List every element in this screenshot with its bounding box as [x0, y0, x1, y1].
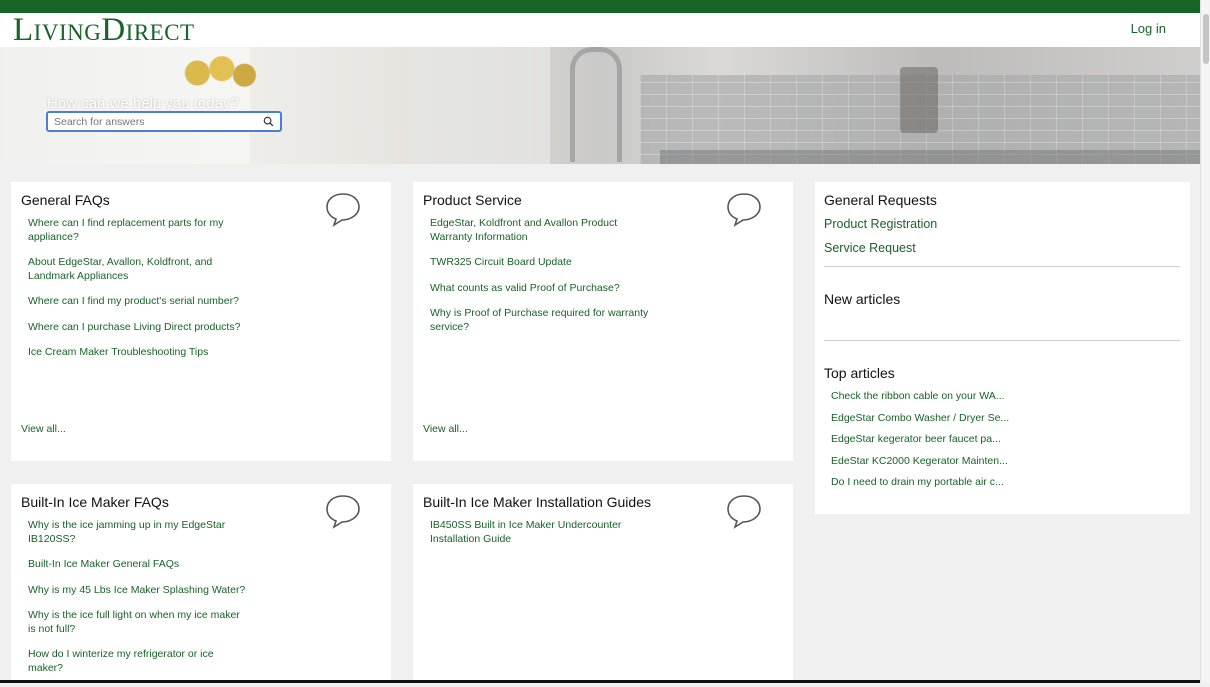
list-item[interactable]: About EdgeStar, Avallon, Koldfront, and …	[28, 256, 248, 283]
list-item[interactable]: IB450SS Built in Ice Maker Undercounter …	[430, 519, 650, 546]
list-item[interactable]: Ice Cream Maker Troubleshooting Tips	[28, 346, 248, 360]
list-item[interactable]: Where can I find replacement parts for m…	[28, 217, 248, 244]
speech-bubble-icon	[727, 495, 761, 529]
scrollbar[interactable]	[1200, 0, 1210, 683]
hero-photo-rack	[900, 67, 938, 133]
list-item[interactable]: Why is my 45 Lbs Ice Maker Splashing Wat…	[28, 584, 248, 598]
view-all-link[interactable]: View all...	[21, 423, 66, 435]
site-header: LIVINGDIRECT Log in	[0, 13, 1200, 47]
faq-list: EdgeStar, Koldfront and Avallon Product …	[430, 217, 650, 346]
list-item[interactable]: Do I need to drain my portable air c...	[831, 476, 1016, 498]
search-box[interactable]	[46, 111, 282, 132]
hero-photo-counter	[660, 150, 1200, 164]
general-requests-title: General Requests	[824, 192, 937, 208]
card-ice-maker-faqs: Built-In Ice Maker FAQs Why is the ice j…	[11, 484, 391, 683]
card-title: General FAQs	[21, 192, 110, 208]
speech-bubble-icon	[326, 193, 360, 227]
hero-photo-faucet	[570, 47, 622, 162]
top-brand-bar	[0, 0, 1200, 13]
card-title: Built-In Ice Maker FAQs	[21, 494, 169, 510]
list-item[interactable]: Built-In Ice Maker General FAQs	[28, 558, 248, 572]
service-request-link[interactable]: Service Request	[824, 241, 916, 255]
list-item[interactable]: What counts as valid Proof of Purchase?	[430, 282, 650, 296]
list-item[interactable]: TWR325 Circuit Board Update	[430, 256, 650, 270]
divider	[824, 266, 1180, 267]
card-title: Product Service	[423, 192, 522, 208]
list-item[interactable]: Why is Proof of Purchase required for wa…	[430, 307, 650, 334]
card-installation-guides: Built-In Ice Maker Installation Guides I…	[413, 484, 793, 683]
new-articles-title: New articles	[824, 291, 901, 307]
list-item[interactable]: EdgeStar Combo Washer / Dryer Se...	[831, 412, 1016, 434]
hero-photo-flowers	[168, 51, 266, 95]
faq-list: IB450SS Built in Ice Maker Undercounter …	[430, 519, 650, 558]
list-item[interactable]: EdeStar KC2000 Kegerator Mainten...	[831, 455, 1016, 477]
hero-banner: How can we help you today?	[0, 47, 1200, 164]
hero-title: How can we help you today?	[47, 95, 239, 112]
card-general-faqs: General FAQs Where can I find replacemen…	[11, 182, 391, 461]
list-item[interactable]: EdgeStar, Koldfront and Avallon Product …	[430, 217, 650, 244]
product-registration-link[interactable]: Product Registration	[824, 217, 937, 231]
list-item[interactable]: EdgeStar kegerator beer faucet pa...	[831, 433, 1016, 455]
top-articles-list: Check the ribbon cable on your WA... Edg…	[831, 390, 1016, 498]
view-all-link[interactable]: View all...	[423, 423, 468, 435]
speech-bubble-icon	[727, 193, 761, 227]
list-item[interactable]: Why is the ice jamming up in my EdgeStar…	[28, 519, 248, 546]
faq-list: Where can I find replacement parts for m…	[28, 217, 248, 372]
search-input[interactable]	[54, 114, 254, 130]
login-link[interactable]: Log in	[1131, 21, 1166, 36]
card-title: Built-In Ice Maker Installation Guides	[423, 494, 651, 510]
search-icon[interactable]	[263, 116, 274, 127]
list-item[interactable]: Where can I purchase Living Direct produ…	[28, 321, 248, 335]
list-item[interactable]: Where can I find my product's serial num…	[28, 295, 248, 309]
card-product-service: Product Service EdgeStar, Koldfront and …	[413, 182, 793, 461]
scrollbar-thumb[interactable]	[1203, 14, 1209, 64]
list-item[interactable]: How do I winterize my refrigerator or ic…	[28, 648, 248, 675]
divider	[824, 340, 1180, 341]
faq-list: Why is the ice jamming up in my EdgeStar…	[28, 519, 248, 687]
logo[interactable]: LIVINGDIRECT	[13, 13, 195, 50]
speech-bubble-icon	[326, 495, 360, 529]
list-item[interactable]: Check the ribbon cable on your WA...	[831, 390, 1016, 412]
list-item[interactable]: Why is the ice full light on when my ice…	[28, 609, 248, 636]
hero-photo-cabinet	[410, 47, 550, 164]
top-articles-title: Top articles	[824, 365, 895, 381]
sidebar: General Requests Product Registration Se…	[815, 182, 1190, 514]
